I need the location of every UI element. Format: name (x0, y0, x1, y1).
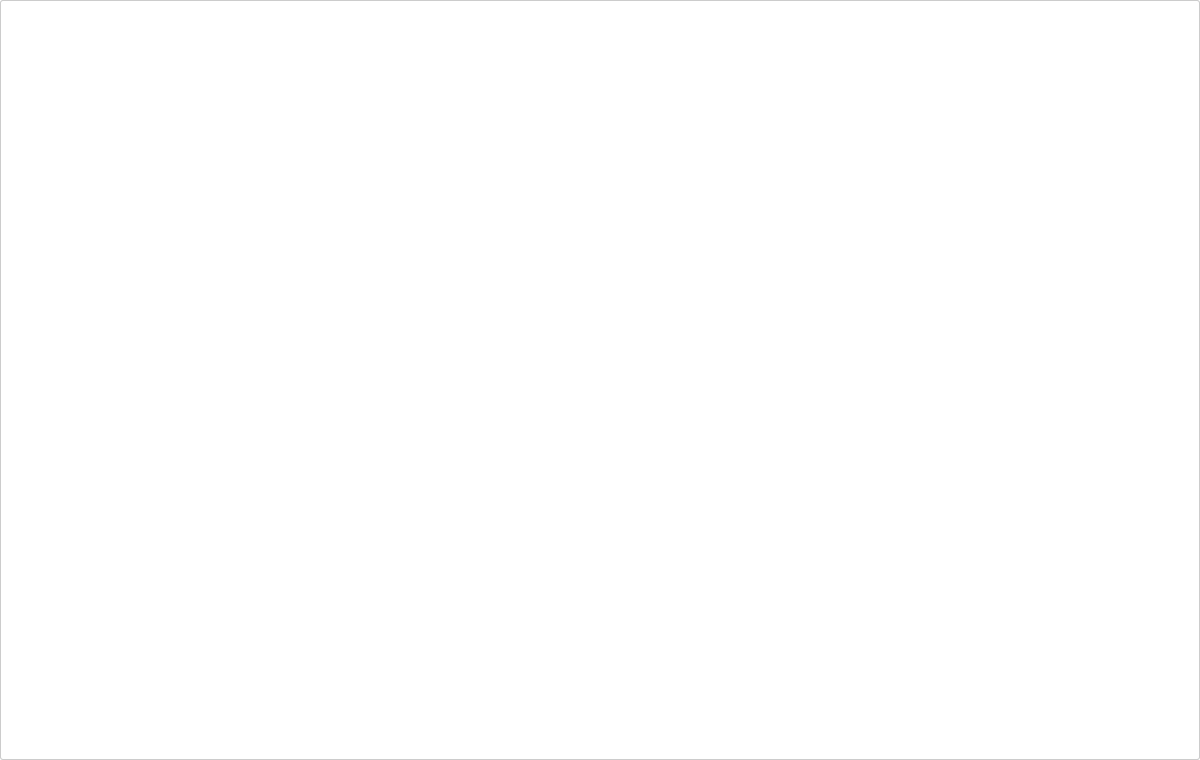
icon-reference-panel (0, 0, 1200, 760)
